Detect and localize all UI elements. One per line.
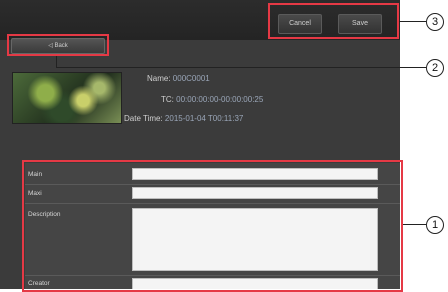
callout-number-2: 2 <box>426 59 444 77</box>
clip-timecode-value: 00:00:00:00-00:00:00:25 <box>176 95 264 104</box>
clip-timecode-label: TC: <box>161 95 174 104</box>
callout-box-form <box>22 160 403 292</box>
callout-number-3: 3 <box>426 13 444 31</box>
clip-datetime: Date Time: 2015-01-04 T00:11:37 <box>124 114 243 123</box>
callout-box-toolbar <box>268 3 399 39</box>
clip-name-label: Name: <box>147 74 171 83</box>
clip-name: Name: 000C0001 <box>147 74 210 83</box>
callout-leader <box>56 67 426 68</box>
callout-leader <box>399 21 426 22</box>
callout-number-1: 1 <box>426 216 444 234</box>
clip-datetime-value: 2015-01-04 T00:11:37 <box>164 114 244 123</box>
clip-name-value: 000C0001 <box>172 74 210 83</box>
callout-box-back <box>7 34 109 56</box>
clip-datetime-label: Date Time: <box>124 114 163 123</box>
clip-timecode: TC: 00:00:00:00-00:00:00:25 <box>161 95 263 104</box>
clip-thumbnail <box>12 72 122 124</box>
callout-leader <box>403 224 426 225</box>
